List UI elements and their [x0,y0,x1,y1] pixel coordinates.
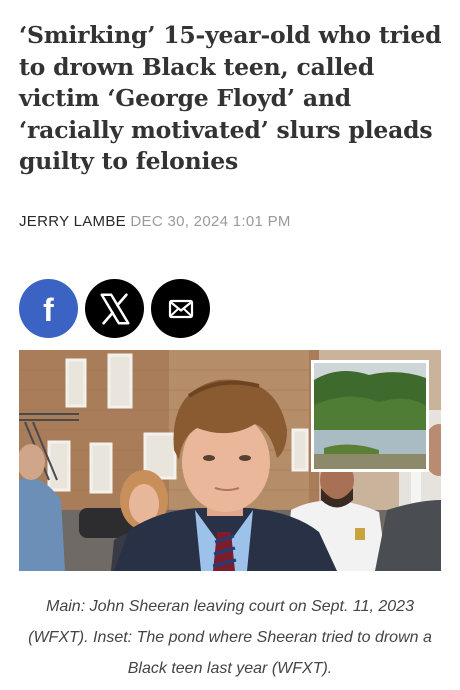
article-photo [19,350,441,571]
author-name[interactable]: JERRY LAMBE [19,213,126,230]
article-headline: ‘Smirking’ 15-year-old who tried to drow… [19,21,442,175]
share-buttons: f [19,279,210,339]
email-share-button[interactable] [151,279,210,338]
byline: JERRY LAMBE DEC 30, 2024 1:01 PM [19,213,291,230]
publish-date: DEC 30, 2024 1:01 PM [130,213,291,230]
photo-caption: Main: John Sheeran leaving court on Sept… [28,598,432,677]
facebook-share-button[interactable]: f [19,279,78,338]
x-share-button[interactable] [85,279,144,338]
facebook-icon: f [43,291,54,328]
news-photo-illustration [19,350,441,571]
x-icon [99,292,130,325]
mail-icon [168,299,193,318]
